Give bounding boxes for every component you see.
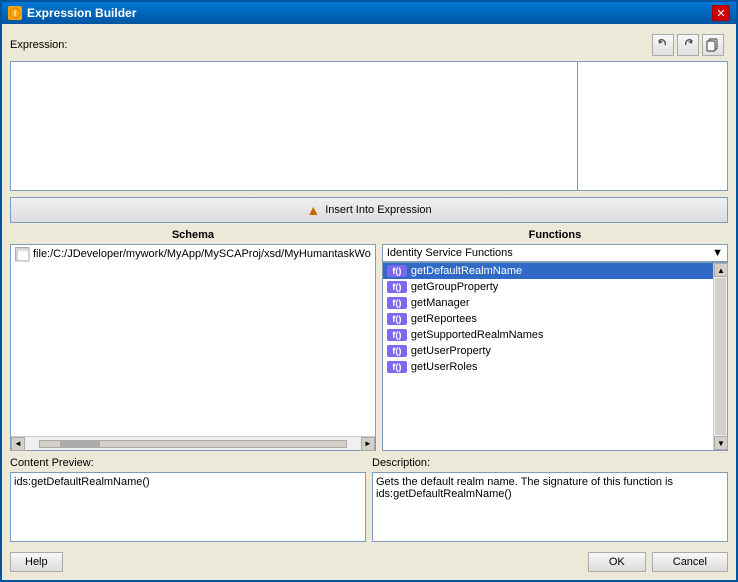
function-item-label: getGroupProperty (411, 281, 498, 293)
functions-vscroll: ▲ ▼ (713, 263, 727, 450)
expression-label: Expression: (10, 39, 67, 51)
functions-dropdown-label: Identity Service Functions (387, 247, 513, 259)
bottom-buttons: Help OK Cancel (10, 548, 728, 572)
bottom-section: Content Preview: ids:getDefaultRealmName… (10, 457, 728, 542)
func-badge-icon: f() (387, 345, 407, 357)
function-item-label: getSupportedRealmNames (411, 329, 544, 341)
schema-list: file:/C:/JDeveloper/mywork/MyApp/MySCAPr… (10, 244, 376, 451)
title-bar: f Expression Builder ✕ (2, 2, 736, 24)
scroll-up-icon[interactable]: ▲ (714, 263, 728, 277)
app-icon: f (8, 6, 22, 20)
scroll-left-icon[interactable]: ◄ (11, 437, 25, 451)
description-panel: Description: Gets the default realm name… (372, 457, 728, 542)
redo-button[interactable] (677, 34, 699, 56)
schema-hscroll: ◄ ► (11, 436, 375, 450)
functions-dropdown[interactable]: Identity Service Functions ▼ (382, 244, 728, 262)
functions-container: Identity Service Functions ▼ f() getDefau… (382, 244, 728, 451)
function-item-label: getDefaultRealmName (411, 265, 522, 277)
description-label: Description: (372, 457, 728, 469)
vscroll-thumb[interactable] (715, 278, 726, 435)
main-content: Expression: (2, 24, 736, 580)
function-item-label: getUserRoles (411, 361, 478, 373)
window-title: Expression Builder (27, 6, 136, 20)
func-badge-icon: f() (387, 297, 407, 309)
functions-list-with-scroll: f() getDefaultRealmName f() getGroupPropert… (382, 262, 728, 451)
description-box: Gets the default realm name. The signatu… (372, 472, 728, 542)
copy-button[interactable] (702, 34, 724, 56)
scroll-down-icon[interactable]: ▼ (714, 436, 728, 450)
func-badge-icon: f() (387, 361, 407, 373)
dropdown-arrow-icon: ▼ (712, 247, 723, 259)
title-bar-left: f Expression Builder (8, 6, 136, 20)
function-item-label: getReportees (411, 313, 477, 325)
ok-cancel-buttons: OK Cancel (588, 552, 728, 572)
func-badge-icon: f() (387, 281, 407, 293)
insert-button-label: Insert Into Expression (325, 204, 431, 216)
scroll-right-icon[interactable]: ► (361, 437, 375, 451)
schema-functions-row: Schema file:/C:/JDeveloper/mywork/MyApp/… (10, 229, 728, 451)
function-item-label: getManager (411, 297, 470, 309)
content-preview-label: Content Preview: (10, 457, 366, 469)
ok-button[interactable]: OK (588, 552, 646, 572)
expression-input[interactable] (11, 62, 577, 190)
function-item[interactable]: f() getSupportedRealmNames (383, 327, 713, 343)
function-item[interactable]: f() getDefaultRealmName (383, 263, 713, 279)
schema-header: Schema (10, 229, 376, 241)
func-badge-icon: f() (387, 265, 407, 277)
schema-item-label: file:/C:/JDeveloper/mywork/MyApp/MySCAPr… (33, 248, 371, 260)
toolbar-row (648, 32, 728, 58)
function-item[interactable]: f() getGroupProperty (383, 279, 713, 295)
function-item[interactable]: f() getUserProperty (383, 343, 713, 359)
schema-panel: Schema file:/C:/JDeveloper/mywork/MyApp/… (10, 229, 376, 451)
function-item[interactable]: f() getReportees (383, 311, 713, 327)
expression-section: Expression: (10, 32, 728, 191)
close-button[interactable]: ✕ (712, 5, 730, 21)
expression-builder-window: f Expression Builder ✕ Expression: (0, 0, 738, 582)
functions-list-inner: f() getDefaultRealmName f() getGroupPropert… (383, 263, 713, 450)
insert-arrow-icon: ▲ (306, 202, 320, 218)
expression-right-panel (577, 62, 727, 190)
schema-list-inner: file:/C:/JDeveloper/mywork/MyApp/MySCAPr… (11, 245, 375, 436)
cancel-button[interactable]: Cancel (652, 552, 728, 572)
function-item[interactable]: f() getManager (383, 295, 713, 311)
functions-header: Functions (382, 229, 728, 241)
function-item-label: getUserProperty (411, 345, 491, 357)
undo-button[interactable] (652, 34, 674, 56)
schema-file-icon (15, 247, 29, 261)
insert-into-expression-button[interactable]: ▲ Insert Into Expression (10, 197, 728, 223)
schema-item[interactable]: file:/C:/JDeveloper/mywork/MyApp/MySCAPr… (11, 245, 375, 263)
content-preview-box: ids:getDefaultRealmName() (10, 472, 366, 542)
help-button[interactable]: Help (10, 552, 63, 572)
func-badge-icon: f() (387, 313, 407, 325)
functions-panel: Functions Identity Service Functions ▼ f… (382, 229, 728, 451)
func-badge-icon: f() (387, 329, 407, 341)
content-preview-panel: Content Preview: ids:getDefaultRealmName… (10, 457, 366, 542)
hscroll-track[interactable] (39, 440, 347, 448)
expression-area (10, 61, 728, 191)
function-item[interactable]: f() getUserRoles (383, 359, 713, 375)
